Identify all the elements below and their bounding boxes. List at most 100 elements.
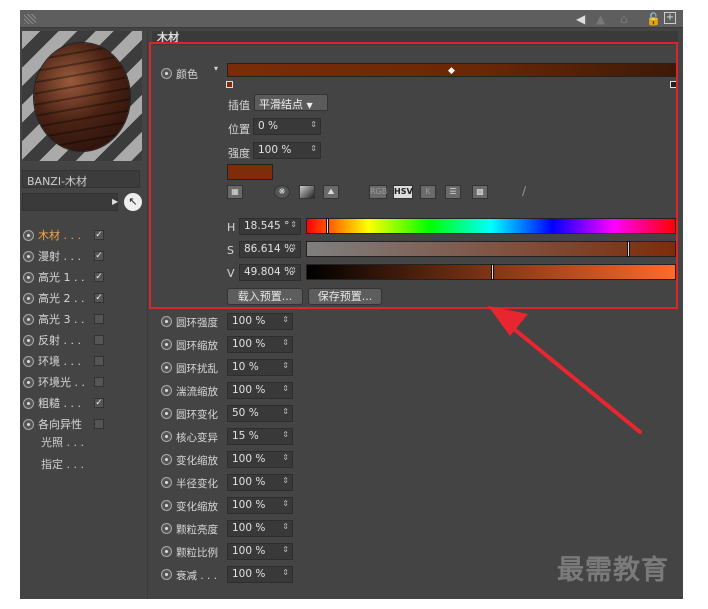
channel-item[interactable]: 漫射 . . . ✓ (23, 246, 145, 266)
channel-checkbox[interactable] (94, 377, 104, 387)
grip-icon[interactable] (24, 14, 36, 24)
gradient-knot-start[interactable] (226, 81, 233, 88)
param-field[interactable]: 100 % ⇕ (227, 543, 293, 560)
stepper-icon[interactable]: ⇕ (282, 545, 289, 554)
channel-item[interactable]: 高光 3 . . (23, 309, 145, 329)
stepper-icon[interactable]: ⇕ (282, 430, 289, 439)
stepper-icon[interactable]: ⇕ (310, 144, 317, 153)
material-name[interactable]: BANZI-木材 (22, 170, 140, 188)
channel-checkbox[interactable]: ✓ (94, 272, 104, 282)
stepper-icon[interactable]: ⇕ (282, 568, 289, 577)
param-field[interactable]: 50 % ⇕ (227, 405, 293, 422)
interp-dropdown[interactable]: 平滑结点 ▼ (254, 94, 328, 111)
h-field[interactable]: 18.545 ° ⇕ (239, 218, 301, 235)
channel-checkbox[interactable]: ✓ (94, 398, 104, 408)
channel-checkbox[interactable] (94, 335, 104, 345)
texture-icon[interactable]: ▦ (227, 185, 243, 199)
channel-radio[interactable] (23, 313, 34, 325)
param-field[interactable]: 100 % ⇕ (227, 336, 293, 353)
color-wheel-icon[interactable]: ❋ (274, 185, 290, 199)
channel-checkbox[interactable] (94, 356, 104, 366)
param-radio[interactable] (161, 385, 172, 396)
hue-knob[interactable] (326, 218, 330, 234)
channel-radio[interactable] (23, 418, 34, 430)
stepper-icon[interactable]: ⇕ (282, 453, 289, 462)
value-knob[interactable] (491, 264, 495, 280)
param-field[interactable]: 100 % ⇕ (227, 497, 293, 514)
stepper-icon[interactable]: ⇕ (282, 476, 289, 485)
param-field[interactable]: 100 % ⇕ (227, 474, 293, 491)
channel-item[interactable]: 高光 2 . . ✓ (23, 288, 145, 308)
stepper-icon[interactable]: ⇕ (290, 243, 297, 252)
saturation-slider[interactable] (306, 241, 676, 257)
play-icon[interactable]: ▶ (112, 197, 120, 207)
s-field[interactable]: 86.614 % ⇕ (239, 241, 301, 258)
stepper-icon[interactable]: ⇕ (282, 338, 289, 347)
cursor-pick-icon[interactable]: ↖ (124, 193, 142, 211)
channel-item[interactable]: 各向异性 (23, 414, 145, 434)
image-icon[interactable]: ⛰ (323, 185, 339, 199)
saturation-knob[interactable] (627, 241, 631, 257)
channel-checkbox[interactable]: ✓ (94, 230, 104, 240)
stepper-icon[interactable]: ⇕ (282, 361, 289, 370)
kelvin-mode-icon[interactable]: K (420, 185, 436, 199)
gradient-knot-end[interactable] (670, 81, 677, 88)
param-radio[interactable] (161, 546, 172, 557)
param-radio[interactable] (161, 362, 172, 373)
param-field[interactable]: 100 % ⇕ (227, 520, 293, 537)
rgb-mode-icon[interactable]: RGB (369, 185, 387, 199)
channel-checkbox[interactable]: ✓ (94, 293, 104, 303)
expand-icon[interactable]: + (664, 12, 676, 24)
sub-item-lighting[interactable]: 光照 . . . (41, 434, 84, 450)
save-preset-button[interactable]: 保存预置... (308, 288, 382, 305)
swatches-icon[interactable]: ▩ (472, 185, 488, 199)
stepper-icon[interactable]: ⇕ (310, 120, 317, 129)
param-radio[interactable] (161, 431, 172, 442)
gradient-bar[interactable]: ◆ (227, 63, 677, 77)
channel-item[interactable]: 环境 . . . (23, 351, 145, 371)
param-radio[interactable] (161, 569, 172, 580)
gradient-midpoint-icon[interactable]: ◆ (448, 66, 455, 76)
sub-item-assign[interactable]: 指定 . . . (41, 456, 84, 472)
stepper-icon[interactable]: ⇕ (290, 266, 297, 275)
param-radio[interactable] (161, 339, 172, 350)
lock-icon[interactable]: 🔓 (646, 12, 661, 26)
param-radio[interactable] (161, 477, 172, 488)
param-radio[interactable] (161, 408, 172, 419)
color-swatch[interactable] (227, 164, 273, 180)
channel-radio[interactable] (23, 229, 34, 241)
param-radio[interactable] (161, 523, 172, 534)
channel-radio[interactable] (23, 355, 34, 367)
strength-field[interactable]: 100 % ⇕ (253, 142, 321, 159)
mixer-icon[interactable]: ☰ (445, 185, 461, 199)
param-field[interactable]: 100 % ⇕ (227, 451, 293, 468)
value-slider[interactable] (306, 264, 676, 280)
v-field[interactable]: 49.804 % ⇕ (239, 264, 301, 281)
up-arrow-icon[interactable]: ▲ (596, 12, 605, 26)
param-field[interactable]: 100 % ⇕ (227, 313, 293, 330)
param-radio[interactable] (161, 500, 172, 511)
channel-item[interactable]: 木材 . . . ✓ (23, 225, 145, 245)
param-radio[interactable] (161, 316, 172, 327)
stepper-icon[interactable]: ⇕ (282, 315, 289, 324)
param-field[interactable]: 15 % ⇕ (227, 428, 293, 445)
param-radio[interactable] (161, 454, 172, 465)
channel-radio[interactable] (23, 250, 34, 262)
eyedropper-icon[interactable]: ∕ (522, 184, 526, 198)
stepper-icon[interactable]: ⇕ (282, 407, 289, 416)
param-field[interactable]: 10 % ⇕ (227, 359, 293, 376)
stepper-icon[interactable]: ⇕ (290, 220, 297, 229)
channel-radio[interactable] (23, 397, 34, 409)
channel-radio[interactable] (23, 271, 34, 283)
channel-checkbox[interactable]: ✓ (94, 251, 104, 261)
home-icon[interactable]: ⌂ (620, 12, 628, 26)
channel-checkbox[interactable] (94, 314, 104, 324)
stepper-icon[interactable]: ⇕ (282, 522, 289, 531)
hue-slider[interactable] (306, 218, 676, 234)
channel-item[interactable]: 高光 1 . . ✓ (23, 267, 145, 287)
load-preset-button[interactable]: 载入预置... (227, 288, 303, 305)
channel-item[interactable]: 粗糙 . . . ✓ (23, 393, 145, 413)
channel-radio[interactable] (23, 334, 34, 346)
param-field[interactable]: 100 % ⇕ (227, 566, 293, 583)
color-radio[interactable] (161, 68, 172, 79)
